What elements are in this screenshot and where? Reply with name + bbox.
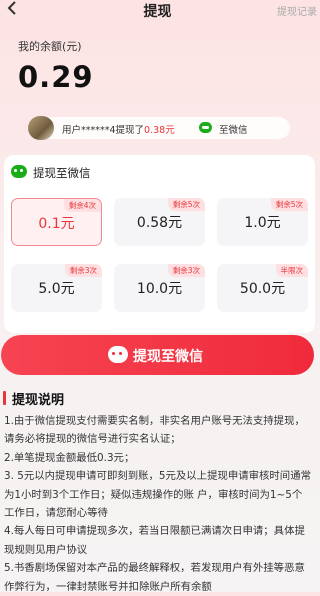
note-line: 1.由于微信提现支付需要实名制，非实名用户账号无法支持提现，请务必将提现的微信号…	[4, 415, 305, 446]
avatar	[28, 116, 54, 140]
wechat-icon	[108, 346, 128, 363]
withdraw-records-link[interactable]: 提现记录	[277, 3, 317, 18]
withdraw-button-label[interactable]: 提现至微信	[133, 346, 203, 366]
note-line: 3. 5元以内提现申请可即刻到账，5元及以上提现申请审核时间通常为1小时到3个工…	[4, 470, 311, 520]
amount-option[interactable]: 剩余4次 0.1元	[11, 198, 102, 246]
amount-option[interactable]: 剩余5次 1.0元	[217, 198, 308, 246]
remaining-badge: 剩余4次	[63, 199, 101, 212]
notes-accent-bar	[3, 391, 6, 405]
withdraw-card-title: 提现至微信	[33, 166, 91, 180]
balance-value: 0.29	[18, 60, 94, 94]
note-line: 2.单笔提现金额最低0.3元；	[4, 451, 135, 464]
remaining-badge: 剩余5次	[270, 198, 308, 211]
wechat-icon	[11, 165, 27, 178]
ticker-amount: 0.38元	[144, 125, 175, 136]
balance-label: 我的余额(元)	[18, 40, 82, 53]
amount-value: 10.0元	[136, 281, 183, 297]
note-line: 4.每人每日可申请提现多次，若当日限额已满请次日申请；具体提现规则见用户协议	[4, 525, 305, 556]
amount-option[interactable]: 剩余3次 10.0元	[114, 264, 205, 312]
amount-value: 0.58元	[136, 215, 183, 231]
remaining-badge: 剩余5次	[167, 198, 205, 211]
page-title: 提现	[143, 4, 172, 20]
amount-value: 1.0元	[244, 215, 281, 231]
amount-value: 50.0元	[239, 281, 286, 297]
remaining-badge: 剩余3次	[167, 264, 205, 277]
remaining-badge: 剩余3次	[64, 264, 102, 277]
amount-option[interactable]: 剩余5次 0.58元	[114, 198, 205, 246]
notes-title: 提现说明	[12, 393, 65, 408]
remaining-badge: 半限次	[275, 264, 308, 277]
amount-option[interactable]: 半限次 50.0元	[217, 264, 308, 312]
withdraw-notes: 1.由于微信提现支付需要实名制，非实名用户账号无法支持提现，请务必将提现的微信号…	[4, 412, 312, 596]
note-line: 5.书香剧场保留对本产品的最终解释权，若发现用户有外挂等恶意作弊行为，一律封禁账…	[4, 562, 305, 593]
amount-option[interactable]: 剩余3次 5.0元	[11, 264, 102, 312]
amount-value: 5.0元	[38, 281, 75, 297]
ticker-destination: 至微信	[219, 125, 248, 136]
wechat-icon	[199, 122, 212, 133]
ticker-prefix: 用户******4提现了	[62, 125, 145, 136]
ticker-text: 用户******4提现了0.38元	[62, 122, 175, 136]
amount-value: 0.1元	[38, 216, 75, 232]
